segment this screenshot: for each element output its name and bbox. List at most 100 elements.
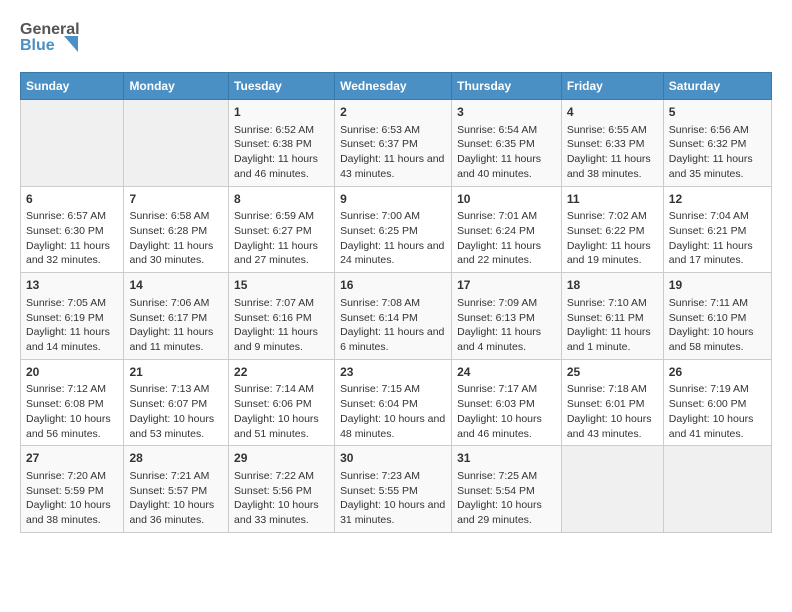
day-number: 8 [234, 191, 329, 208]
day-info: Sunset: 6:24 PM [457, 224, 556, 239]
col-header-tuesday: Tuesday [229, 73, 335, 100]
day-info: Sunset: 6:07 PM [129, 397, 223, 412]
day-info: Sunset: 6:06 PM [234, 397, 329, 412]
day-number: 12 [669, 191, 766, 208]
day-cell: 12Sunrise: 7:04 AMSunset: 6:21 PMDayligh… [663, 186, 771, 273]
day-info: Sunrise: 7:02 AM [567, 209, 658, 224]
day-info: Sunrise: 7:19 AM [669, 382, 766, 397]
svg-text:General: General [20, 21, 80, 38]
day-cell [124, 100, 229, 187]
day-info: Sunrise: 7:10 AM [567, 296, 658, 311]
week-row-2: 6Sunrise: 6:57 AMSunset: 6:30 PMDaylight… [21, 186, 772, 273]
day-cell: 3Sunrise: 6:54 AMSunset: 6:35 PMDaylight… [452, 100, 562, 187]
day-info: Sunset: 6:10 PM [669, 311, 766, 326]
day-info: Daylight: 10 hours and 36 minutes. [129, 498, 223, 527]
svg-text:Blue: Blue [20, 37, 55, 54]
day-number: 19 [669, 277, 766, 294]
day-cell: 11Sunrise: 7:02 AMSunset: 6:22 PMDayligh… [561, 186, 663, 273]
day-info: Daylight: 11 hours and 1 minute. [567, 325, 658, 354]
col-header-monday: Monday [124, 73, 229, 100]
day-info: Daylight: 10 hours and 41 minutes. [669, 412, 766, 441]
day-info: Sunset: 5:56 PM [234, 484, 329, 499]
week-row-1: 1Sunrise: 6:52 AMSunset: 6:38 PMDaylight… [21, 100, 772, 187]
day-cell: 29Sunrise: 7:22 AMSunset: 5:56 PMDayligh… [229, 446, 335, 533]
day-info: Sunset: 5:54 PM [457, 484, 556, 499]
day-info: Sunrise: 6:54 AM [457, 123, 556, 138]
week-row-3: 13Sunrise: 7:05 AMSunset: 6:19 PMDayligh… [21, 273, 772, 360]
day-number: 5 [669, 104, 766, 121]
day-info: Sunset: 6:08 PM [26, 397, 118, 412]
day-cell: 15Sunrise: 7:07 AMSunset: 6:16 PMDayligh… [229, 273, 335, 360]
day-info: Sunrise: 7:01 AM [457, 209, 556, 224]
day-info: Sunrise: 6:55 AM [567, 123, 658, 138]
day-info: Sunrise: 7:22 AM [234, 469, 329, 484]
day-info: Sunset: 6:21 PM [669, 224, 766, 239]
day-info: Sunset: 6:11 PM [567, 311, 658, 326]
calendar-table: SundayMondayTuesdayWednesdayThursdayFrid… [20, 72, 772, 533]
day-number: 7 [129, 191, 223, 208]
day-info: Sunset: 6:35 PM [457, 137, 556, 152]
day-info: Daylight: 10 hours and 38 minutes. [26, 498, 118, 527]
day-info: Sunrise: 7:08 AM [340, 296, 446, 311]
day-number: 22 [234, 364, 329, 381]
day-info: Sunrise: 7:25 AM [457, 469, 556, 484]
day-number: 18 [567, 277, 658, 294]
day-info: Daylight: 11 hours and 32 minutes. [26, 239, 118, 268]
logo-icon: General Blue [20, 16, 80, 60]
day-cell: 26Sunrise: 7:19 AMSunset: 6:00 PMDayligh… [663, 359, 771, 446]
day-info: Sunset: 5:57 PM [129, 484, 223, 499]
day-info: Sunrise: 7:21 AM [129, 469, 223, 484]
day-info: Sunset: 6:17 PM [129, 311, 223, 326]
day-info: Sunrise: 6:58 AM [129, 209, 223, 224]
day-info: Sunrise: 7:00 AM [340, 209, 446, 224]
day-info: Sunrise: 6:52 AM [234, 123, 329, 138]
day-info: Sunrise: 7:13 AM [129, 382, 223, 397]
day-info: Daylight: 11 hours and 24 minutes. [340, 239, 446, 268]
day-number: 20 [26, 364, 118, 381]
day-info: Daylight: 11 hours and 14 minutes. [26, 325, 118, 354]
day-info: Daylight: 11 hours and 4 minutes. [457, 325, 556, 354]
week-row-4: 20Sunrise: 7:12 AMSunset: 6:08 PMDayligh… [21, 359, 772, 446]
day-cell: 18 Sunrise: 7:10 AMSunset: 6:11 PMDayligh… [561, 273, 663, 360]
day-info: Sunrise: 6:57 AM [26, 209, 118, 224]
day-info: Sunset: 6:16 PM [234, 311, 329, 326]
day-info: Sunset: 6:30 PM [26, 224, 118, 239]
day-info: Sunset: 6:01 PM [567, 397, 658, 412]
day-cell: 25Sunrise: 7:18 AMSunset: 6:01 PMDayligh… [561, 359, 663, 446]
day-info: Sunrise: 6:59 AM [234, 209, 329, 224]
day-info: Daylight: 11 hours and 19 minutes. [567, 239, 658, 268]
day-number: 30 [340, 450, 446, 467]
day-number: 3 [457, 104, 556, 121]
day-info: Sunrise: 7:05 AM [26, 296, 118, 311]
day-cell: 4Sunrise: 6:55 AMSunset: 6:33 PMDaylight… [561, 100, 663, 187]
day-cell: 19Sunrise: 7:11 AMSunset: 6:10 PMDayligh… [663, 273, 771, 360]
day-info: Sunset: 6:04 PM [340, 397, 446, 412]
day-number: 16 [340, 277, 446, 294]
day-cell [561, 446, 663, 533]
day-number: 17 [457, 277, 556, 294]
day-info: Sunset: 6:38 PM [234, 137, 329, 152]
col-header-sunday: Sunday [21, 73, 124, 100]
day-cell: 14Sunrise: 7:06 AMSunset: 6:17 PMDayligh… [124, 273, 229, 360]
day-cell: 6Sunrise: 6:57 AMSunset: 6:30 PMDaylight… [21, 186, 124, 273]
day-info: Sunrise: 7:09 AM [457, 296, 556, 311]
day-number: 25 [567, 364, 658, 381]
day-info: Daylight: 10 hours and 46 minutes. [457, 412, 556, 441]
day-cell: 28Sunrise: 7:21 AMSunset: 5:57 PMDayligh… [124, 446, 229, 533]
day-number: 29 [234, 450, 329, 467]
day-info: Daylight: 11 hours and 9 minutes. [234, 325, 329, 354]
day-cell: 13Sunrise: 7:05 AMSunset: 6:19 PMDayligh… [21, 273, 124, 360]
day-info: Sunset: 6:33 PM [567, 137, 658, 152]
day-cell [21, 100, 124, 187]
day-number: 13 [26, 277, 118, 294]
day-number: 15 [234, 277, 329, 294]
day-cell [663, 446, 771, 533]
day-cell: 22Sunrise: 7:14 AMSunset: 6:06 PMDayligh… [229, 359, 335, 446]
day-info: Daylight: 11 hours and 22 minutes. [457, 239, 556, 268]
day-info: Daylight: 10 hours and 31 minutes. [340, 498, 446, 527]
day-info: Daylight: 10 hours and 29 minutes. [457, 498, 556, 527]
day-cell: 2Sunrise: 6:53 AMSunset: 6:37 PMDaylight… [335, 100, 452, 187]
day-info: Daylight: 11 hours and 46 minutes. [234, 152, 329, 181]
day-info: Sunset: 5:55 PM [340, 484, 446, 499]
day-info: Daylight: 10 hours and 53 minutes. [129, 412, 223, 441]
